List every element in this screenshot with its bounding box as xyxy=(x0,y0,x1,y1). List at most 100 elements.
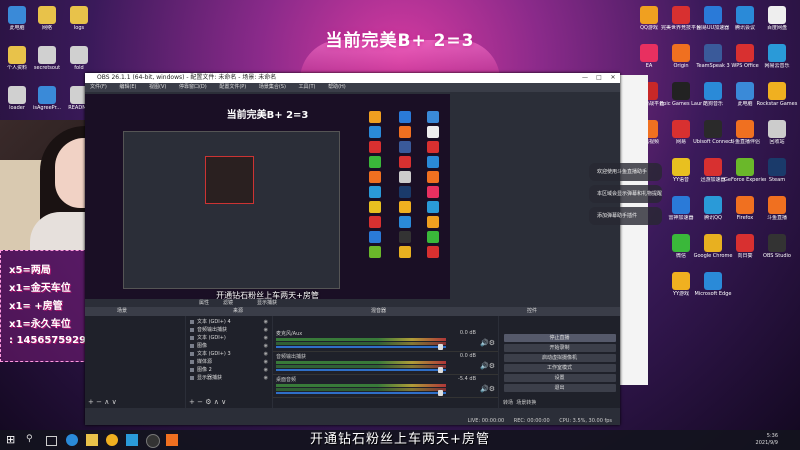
volume-knob[interactable] xyxy=(438,390,443,396)
desktop-icon[interactable]: Microsoft Edge xyxy=(692,270,734,308)
volume-knob[interactable] xyxy=(438,344,443,350)
exit-button[interactable]: 退出 xyxy=(503,384,616,392)
source-item[interactable]: 文本 (GDI+) 3 ◉ xyxy=(186,350,272,358)
volume-slider[interactable] xyxy=(276,392,446,394)
audio-meter xyxy=(276,384,446,387)
overlay-line: x5=两局 xyxy=(9,265,51,276)
mixer-channel[interactable]: 音频输出捕获 0.0 dB 🔊⚙ xyxy=(273,352,498,375)
minimize-icon[interactable]: — xyxy=(578,73,592,83)
menu-file[interactable]: 文件(F) xyxy=(90,84,107,90)
desktop-icon[interactable]: logs xyxy=(58,4,100,42)
source-item[interactable]: 媒体源 ◉ xyxy=(186,358,272,366)
stop-streaming-button[interactable]: 停止直播 xyxy=(503,334,616,342)
mixer-channel-label: 桌面音频 xyxy=(276,377,297,383)
close-icon[interactable]: ✕ xyxy=(606,73,620,83)
source-item[interactable]: 显示器捕获 ◉ xyxy=(186,374,272,382)
obs-source-toolbar: 属性 滤镜 显示捕获 xyxy=(85,299,620,307)
display-source-icon xyxy=(190,375,194,380)
properties-button[interactable]: 属性 xyxy=(199,299,209,307)
desktop-icon-label: fold xyxy=(74,65,84,71)
source-item[interactable]: 文本 (GDI+) ◉ xyxy=(186,334,272,342)
source-item[interactable]: 文本 (GDI+) 4 ◉ xyxy=(186,318,272,326)
live-status: LIVE: 00:00:00 xyxy=(467,418,505,424)
mixer-panel[interactable]: 麦克风/Aux 0.0 dB 🔊⚙ 音频输出捕获 0.0 dB 🔊⚙ 桌面音频 … xyxy=(273,316,498,408)
controls-panel[interactable]: 停止直播 开始录制 启动虚拟摄像机 工作室模式 设置 退出 转场 场景转换 xyxy=(499,316,620,408)
mixer-channel[interactable]: 桌面音频 -5.4 dB 🔊⚙ xyxy=(273,375,498,398)
desktop-icon[interactable]: Steam xyxy=(756,156,798,194)
desktop-icon-label: Rockstar Games xyxy=(756,101,798,107)
speaker-gear-icon[interactable]: 🔊⚙ xyxy=(480,385,495,393)
desktop-icon-label: logs xyxy=(73,25,85,31)
source-item[interactable]: 图像 ◉ xyxy=(186,342,272,350)
overlay-line: x1=永久车位 xyxy=(9,319,71,330)
remove-scene-icon[interactable]: − xyxy=(96,398,102,406)
visibility-eye-icon[interactable]: ◉ xyxy=(264,342,268,350)
visibility-eye-icon[interactable]: ◉ xyxy=(264,350,268,358)
visibility-eye-icon[interactable]: ◉ xyxy=(264,374,268,382)
obs-preview[interactable]: 当前完美B+ 2=3 开通钻石粉丝上车两天+房管 xyxy=(85,94,450,299)
visibility-eye-icon[interactable]: ◉ xyxy=(264,358,268,366)
add-source-icon[interactable]: + xyxy=(189,398,195,406)
menu-profile[interactable]: 配置文件(P) xyxy=(219,84,246,90)
start-recording-button[interactable]: 开始录制 xyxy=(503,344,616,352)
menu-docks[interactable]: 停靠窗口(D) xyxy=(179,84,207,90)
speaker-gear-icon[interactable]: 🔊⚙ xyxy=(480,362,495,370)
volume-slider[interactable] xyxy=(276,346,446,348)
move-up-icon[interactable]: ∧ xyxy=(104,398,109,406)
menu-help[interactable]: 帮助(H) xyxy=(328,84,346,90)
audio-source-icon xyxy=(190,327,194,332)
sources-header: 来源 xyxy=(233,308,244,314)
source-item[interactable]: 图像 2 ◉ xyxy=(186,366,272,374)
source-settings-icon[interactable]: ⚙ xyxy=(205,398,211,406)
desktop-icon[interactable]: 百度网盘 xyxy=(756,4,798,42)
move-up-icon[interactable]: ∧ xyxy=(214,398,219,406)
app-icon xyxy=(672,196,690,214)
app-icon xyxy=(768,6,786,24)
notification-bubble[interactable]: 欢迎使用斗鱼直播助手 xyxy=(589,163,662,181)
desktop-icon[interactable]: 网易云音乐 xyxy=(756,42,798,80)
sources-panel[interactable]: 文本 (GDI+) 4 ◉ 音频输出捕获 ◉ 文本 (GDI+) ◉ 图像 ◉ 文本 (… xyxy=(186,316,272,408)
volume-knob[interactable] xyxy=(438,367,443,373)
menu-tools[interactable]: 工具(T) xyxy=(299,84,316,90)
move-down-icon[interactable]: ∨ xyxy=(112,398,117,406)
menu-view[interactable]: 视图(V) xyxy=(149,84,166,90)
start-virtual-camera-button[interactable]: 启动虚拟摄像机 xyxy=(503,354,616,362)
desktop-icon[interactable]: 斗鱼直播 xyxy=(756,194,798,232)
visibility-eye-icon[interactable]: ◉ xyxy=(264,318,268,326)
notification-bubble[interactable]: 添加弹幕助手插件 xyxy=(589,207,662,225)
desktop-icon[interactable]: 回收站 xyxy=(756,118,798,156)
maximize-icon[interactable]: □ xyxy=(592,73,606,83)
add-scene-icon[interactable]: + xyxy=(88,398,94,406)
tab-scene-transition[interactable]: 场景转换 xyxy=(516,400,536,406)
notification-bubble[interactable]: 本区域会显示弹幕和礼物提醒 xyxy=(589,185,662,203)
source-item[interactable]: 音频输出捕获 ◉ xyxy=(186,326,272,334)
app-icon xyxy=(672,44,690,62)
app-icon xyxy=(736,6,754,24)
app-icon xyxy=(768,234,786,252)
settings-button[interactable]: 设置 xyxy=(503,374,616,382)
volume-slider[interactable] xyxy=(276,369,446,371)
move-down-icon[interactable]: ∨ xyxy=(221,398,226,406)
app-icon xyxy=(8,46,26,64)
visibility-eye-icon[interactable]: ◉ xyxy=(264,366,268,374)
studio-mode-button[interactable]: 工作室模式 xyxy=(503,364,616,372)
obs-titlebar[interactable]: OBS 26.1.1 (64-bit, windows) - 配置文件: 未命名… xyxy=(85,73,620,83)
app-icon xyxy=(768,158,786,176)
background-window[interactable] xyxy=(620,75,648,385)
visibility-eye-icon[interactable]: ◉ xyxy=(264,326,268,334)
visibility-eye-icon[interactable]: ◉ xyxy=(264,334,268,342)
scenes-panel[interactable]: + − ∧ ∨ xyxy=(85,316,185,408)
app-icon xyxy=(768,44,786,62)
desktop-icon[interactable]: OBS Studio xyxy=(756,232,798,270)
filters-button[interactable]: 滤镜 xyxy=(223,299,233,307)
app-icon xyxy=(768,120,786,138)
overlay-line: x1=金天车位 xyxy=(9,283,71,294)
menu-edit[interactable]: 编辑(E) xyxy=(119,84,136,90)
remove-source-icon[interactable]: − xyxy=(197,398,203,406)
menu-scene-collection[interactable]: 场景集合(S) xyxy=(259,84,286,90)
desktop-icon-label: 网易云音乐 xyxy=(764,63,790,69)
mixer-channel[interactable]: 麦克风/Aux 0.0 dB 🔊⚙ xyxy=(273,329,498,352)
desktop-icon[interactable]: Rockstar Games xyxy=(756,80,798,118)
speaker-gear-icon[interactable]: 🔊⚙ xyxy=(480,339,495,347)
tab-transitions[interactable]: 转场 xyxy=(503,400,513,406)
